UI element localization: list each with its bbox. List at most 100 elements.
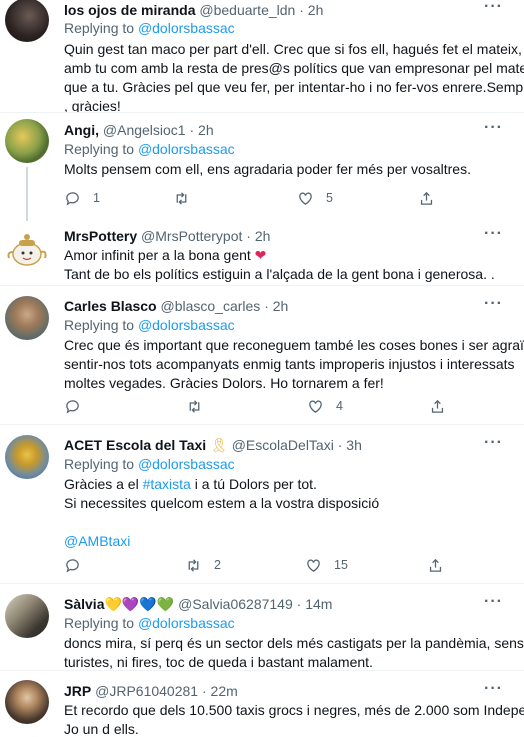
reply-icon	[66, 558, 79, 573]
share-icon	[429, 558, 442, 572]
timestamp[interactable]: 2h	[198, 122, 214, 138]
more-options-icon[interactable]: ···	[484, 0, 502, 20]
tweet[interactable]: MrsPottery @MrsPotterypot · 2h ··· Amor …	[0, 213, 524, 285]
replying-to-mention[interactable]: @dolorsbassac	[138, 20, 235, 36]
tweet-text-line: Crec que és important que reconeguem tam…	[64, 337, 524, 353]
tweet-text: Molts pensem com ell, ens agradaria pode…	[64, 160, 516, 179]
tweet-text-line: doncs mira, sí perq és un sector dels mé…	[64, 635, 524, 651]
tweet[interactable]: JRP @JRP61040281 · 22m ··· Et recordo qu…	[0, 671, 524, 737]
retweet-button[interactable]: 2	[185, 555, 221, 575]
more-options-icon[interactable]: ···	[484, 296, 502, 317]
tweet-text-line: Quin gest tan maco per part d'ell. Crec …	[64, 41, 522, 57]
avatar[interactable]	[5, 435, 49, 479]
reply-button[interactable]: 1	[64, 188, 100, 208]
mention-link[interactable]: @AMBtaxi	[64, 533, 130, 549]
avatar[interactable]	[5, 0, 49, 42]
share-button[interactable]	[429, 396, 446, 416]
tweet[interactable]: los ojos de miranda @beduarte_ldn · 2h ·…	[0, 0, 524, 115]
retweet-button[interactable]	[173, 188, 202, 208]
author-name[interactable]: ACET Escola del Taxi	[64, 437, 206, 453]
like-button[interactable]: 15	[305, 555, 348, 575]
separator-dot: ·	[299, 2, 304, 18]
retweet-button[interactable]	[186, 396, 215, 416]
replying-to-mention[interactable]: @dolorsbassac	[138, 141, 235, 157]
blue-heart-icon: 💙	[139, 596, 157, 612]
tweet-text-segment: Amor infinit per a la bona gent	[64, 247, 251, 263]
tweet-text-line: sentir-nos tots acompanyats enmig tants …	[64, 356, 515, 372]
author-name[interactable]: MrsPottery	[64, 228, 137, 244]
author-name[interactable]: Sàlvia	[64, 596, 104, 612]
timestamp[interactable]: 14m	[305, 596, 332, 612]
tweet-text: Quin gest tan maco per part d'ell. Crec …	[64, 40, 524, 116]
avatar[interactable]	[5, 226, 49, 270]
more-options-icon[interactable]: ···	[484, 226, 502, 247]
timestamp[interactable]: 2h	[308, 2, 324, 18]
more-options-icon[interactable]: ···	[484, 681, 502, 702]
more-options-icon[interactable]: ···	[484, 435, 502, 456]
author-name[interactable]: Angi,	[64, 122, 99, 138]
heart-icon	[307, 559, 320, 572]
author-handle[interactable]: @Angelsioc1	[103, 122, 186, 138]
replying-to-label: Replying to	[64, 20, 135, 36]
author-handle[interactable]: @Salvia06287149	[178, 596, 293, 612]
tweet-text: Et recordo que dels 10.500 taxis grocs i…	[64, 701, 524, 737]
red-heart-icon: ❤	[254, 247, 267, 263]
reply-button[interactable]	[64, 396, 93, 416]
author-handle[interactable]: @EscolaDelTaxi	[232, 437, 334, 453]
avatar[interactable]	[5, 680, 49, 724]
author-handle[interactable]: @blasco_carles	[161, 298, 261, 314]
tweet-text-line: amb tu com amb la resta de pres@s políti…	[64, 60, 524, 76]
like-count: 5	[326, 191, 333, 205]
share-button[interactable]	[418, 188, 435, 208]
tweet-text: Crec que és important que reconeguem tam…	[64, 336, 524, 393]
timestamp[interactable]: 3h	[346, 437, 362, 453]
more-options-icon[interactable]: ···	[484, 120, 502, 141]
tweet-text-line: Amor infinit per a la bona gent ❤	[64, 246, 516, 265]
author-name[interactable]: los ojos de miranda	[64, 2, 195, 18]
tweet[interactable]: ACET Escola del Taxi 🎗 @EscolaDelTaxi · …	[0, 425, 524, 583]
replying-to-label: Replying to	[64, 317, 135, 333]
like-button[interactable]: 4	[307, 396, 343, 416]
tweet-text-line: Jo un d ells.	[64, 721, 139, 737]
green-heart-icon: 💚	[156, 596, 175, 612]
more-options-icon[interactable]: ···	[484, 594, 502, 615]
avatar[interactable]	[5, 296, 49, 340]
tweet[interactable]: Angi, @Angelsioc1 · 2h ··· Replying to @…	[0, 113, 524, 213]
reply-button[interactable]	[64, 555, 93, 575]
tweet[interactable]: Carles Blasco @blasco_carles · 2h ··· Re…	[0, 286, 524, 424]
retweet-icon	[189, 399, 200, 413]
hashtag-link[interactable]: #taxista	[143, 476, 191, 492]
tweet-text-segment: Gràcies a el	[64, 476, 143, 492]
reply-icon	[66, 399, 79, 414]
thread-line	[26, 213, 28, 221]
teapot-avatar-icon	[7, 234, 47, 266]
timestamp[interactable]: 22m	[211, 683, 238, 699]
separator-dot: ·	[189, 122, 195, 138]
tweet[interactable]: Sàlvia💛💜💙💚 @Salvia06287149 · 14m ··· Rep…	[0, 584, 524, 670]
avatar[interactable]	[5, 594, 49, 638]
purple-heart-icon: 💜	[121, 596, 140, 612]
tweet-text-line: @AMBtaxi	[64, 532, 516, 551]
replying-to-label: Replying to	[64, 615, 135, 631]
author-handle[interactable]: @MrsPotterypot	[141, 228, 242, 244]
avatar[interactable]	[5, 119, 49, 163]
author-handle[interactable]: @beduarte_ldn	[199, 2, 295, 18]
share-button[interactable]	[427, 555, 444, 575]
retweet-icon	[176, 191, 187, 205]
author-name[interactable]: Carles Blasco	[64, 298, 157, 314]
share-icon	[420, 191, 433, 205]
separator-dot: ·	[337, 437, 343, 453]
author-handle[interactable]: @JRP61040281	[95, 683, 198, 699]
separator-dot: ·	[296, 596, 302, 612]
author-name[interactable]: JRP	[64, 683, 91, 699]
like-count: 15	[334, 558, 348, 572]
replying-to-mention[interactable]: @dolorsbassac	[138, 456, 235, 472]
tweet-text-line: Gràcies a el #taxista i a tú Dolors per …	[64, 475, 516, 494]
like-button[interactable]: 5	[297, 188, 333, 208]
timestamp[interactable]: 2h	[273, 298, 289, 314]
replying-to-mention[interactable]: @dolorsbassac	[138, 615, 235, 631]
retweet-icon	[188, 558, 199, 572]
timestamp[interactable]: 2h	[255, 228, 271, 244]
replying-to-mention[interactable]: @dolorsbassac	[138, 317, 235, 333]
tweet-text-line: Molts pensem com ell, ens agradaria pode…	[64, 161, 471, 177]
